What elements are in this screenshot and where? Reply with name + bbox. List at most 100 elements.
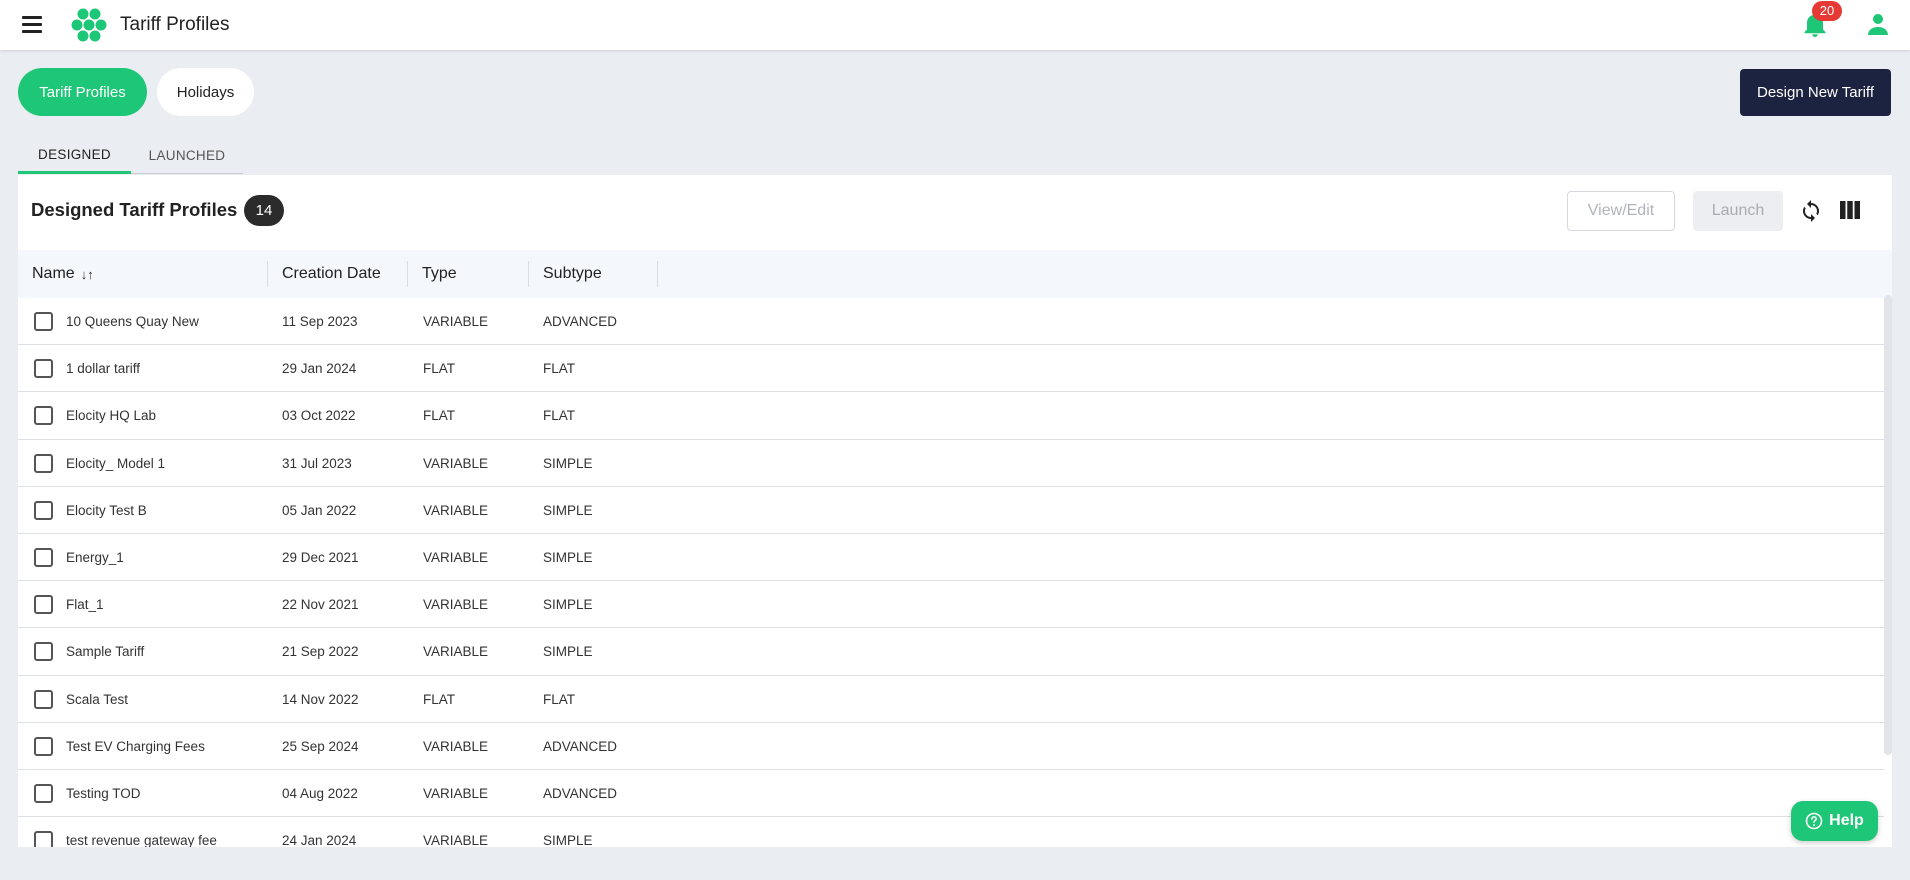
row-checkbox[interactable]: [34, 359, 53, 379]
table-body: 10 Queens Quay New 11 Sep 2023 VARIABLE ADV…: [18, 298, 1884, 847]
column-header-type[interactable]: Type: [407, 261, 528, 287]
cell-type: VARIABLE: [423, 785, 489, 801]
cell-type: VARIABLE: [423, 644, 489, 660]
cell-subtype: SIMPLE: [543, 549, 593, 565]
view-edit-button[interactable]: View/Edit: [1567, 191, 1675, 231]
tariff-profiles-panel: Designed Tariff Profiles 14 View/Edit La…: [18, 175, 1892, 847]
cell-type: FLAT: [423, 408, 456, 424]
table-row[interactable]: Test EV Charging Fees 25 Sep 2024 VARIABLE…: [18, 723, 1884, 770]
cell-name: Test EV Charging Fees: [66, 738, 205, 754]
tariff-profiles-pill[interactable]: Tariff Profiles: [18, 68, 147, 116]
menu-icon[interactable]: [22, 16, 42, 33]
page-title: Tariff Profiles: [120, 14, 230, 35]
cell-type: VARIABLE: [423, 833, 489, 847]
row-checkbox[interactable]: [34, 736, 53, 756]
row-checkbox[interactable]: [34, 831, 53, 847]
cell-name: Elocity HQ Lab: [66, 408, 157, 424]
profile-count-badge: 14: [244, 195, 284, 226]
cell-creation-date: 05 Jan 2022: [282, 502, 357, 518]
row-checkbox[interactable]: [34, 453, 53, 473]
honeycomb-logo-icon: [71, 8, 107, 42]
holidays-pill[interactable]: Holidays: [157, 68, 254, 116]
column-header-subtype[interactable]: Subtype: [528, 261, 658, 287]
cell-creation-date: 24 Jan 2024: [282, 833, 357, 847]
cell-subtype: ADVANCED: [543, 314, 618, 329]
cell-name: 1 dollar tariff: [66, 361, 141, 377]
cell-name: Sample Tariff: [66, 644, 145, 660]
cell-name: Flat_1: [66, 597, 104, 613]
refresh-icon[interactable]: [1799, 199, 1823, 223]
table-row[interactable]: Flat_1 22 Nov 2021 VARIABLE SIMPLE: [18, 581, 1884, 629]
cell-type: FLAT: [423, 361, 456, 377]
cell-subtype: FLAT: [543, 408, 576, 424]
row-checkbox[interactable]: [34, 547, 53, 567]
row-checkbox[interactable]: [34, 642, 53, 662]
cell-type: VARIABLE: [423, 455, 489, 471]
table-header: Name ↓↑ Creation Date Type Subtype: [18, 250, 1892, 298]
cell-creation-date: 04 Aug 2022: [282, 785, 358, 801]
row-checkbox[interactable]: [34, 312, 53, 331]
cell-creation-date: 03 Oct 2022: [282, 408, 356, 424]
top-app-bar: Tariff Profiles 20: [0, 0, 1910, 50]
cell-subtype: ADVANCED: [543, 738, 618, 754]
cell-creation-date: 22 Nov 2021: [282, 597, 359, 613]
cell-type: VARIABLE: [423, 502, 489, 518]
notification-count-badge: 20: [1812, 1, 1842, 21]
cell-subtype: SIMPLE: [543, 502, 593, 518]
table-row[interactable]: Elocity HQ Lab 03 Oct 2022 FLAT FLAT: [18, 392, 1884, 440]
column-header-creation-date[interactable]: Creation Date: [267, 261, 407, 287]
cell-subtype: FLAT: [543, 691, 576, 707]
panel-title: Designed Tariff Profiles: [31, 199, 238, 220]
cell-subtype: SIMPLE: [543, 597, 593, 613]
cell-creation-date: 29 Jan 2024: [282, 361, 357, 377]
columns-icon[interactable]: [1840, 201, 1860, 219]
tab-launched[interactable]: LAUNCHED: [131, 138, 243, 174]
tab-designed[interactable]: DESIGNED: [18, 138, 131, 174]
row-checkbox[interactable]: [34, 689, 53, 709]
row-checkbox[interactable]: [34, 595, 53, 615]
cell-subtype: ADVANCED: [543, 785, 618, 801]
cell-subtype: SIMPLE: [543, 833, 593, 847]
cell-subtype: FLAT: [543, 361, 576, 377]
cell-subtype: SIMPLE: [543, 455, 593, 471]
help-button[interactable]: Help: [1791, 801, 1878, 841]
cell-name: Elocity Test B: [66, 502, 147, 518]
table-scrollbar[interactable]: [1884, 295, 1892, 755]
cell-type: VARIABLE: [423, 738, 489, 754]
table-row[interactable]: Elocity_ Model 1 31 Jul 2023 VARIABLE SIMPL…: [18, 440, 1884, 487]
table-row[interactable]: Elocity Test B 05 Jan 2022 VARIABLE SIMPLE: [18, 487, 1884, 534]
cell-name: 10 Queens Quay New: [66, 314, 199, 329]
cell-subtype: SIMPLE: [543, 644, 593, 660]
cell-name: Scala Test: [66, 691, 129, 707]
table-row[interactable]: Scala Test 14 Nov 2022 FLAT FLAT: [18, 676, 1884, 723]
cell-creation-date: 29 Dec 2021: [282, 549, 359, 565]
row-checkbox[interactable]: [34, 406, 53, 426]
cell-name: Energy_1: [66, 549, 124, 565]
cell-type: VARIABLE: [423, 597, 489, 613]
cell-name: test revenue gateway fee: [66, 833, 217, 847]
user-account-icon[interactable]: [1866, 12, 1890, 36]
cell-name: Testing TOD: [66, 785, 141, 801]
cell-name: Elocity_ Model 1: [66, 455, 166, 471]
table-row[interactable]: 10 Queens Quay New 11 Sep 2023 VARIABLE ADV…: [18, 298, 1884, 346]
table-row[interactable]: 1 dollar tariff 29 Jan 2024 FLAT FLAT: [18, 345, 1884, 393]
table-row[interactable]: test revenue gateway fee 24 Jan 2024 VARIA…: [18, 817, 1884, 847]
cell-type: VARIABLE: [423, 549, 489, 565]
table-row[interactable]: Testing TOD 04 Aug 2022 VARIABLE ADVANCED: [18, 770, 1884, 818]
cell-creation-date: 14 Nov 2022: [282, 691, 359, 707]
row-checkbox[interactable]: [34, 783, 53, 803]
table-row[interactable]: Energy_1 29 Dec 2021 VARIABLE SIMPLE: [18, 534, 1884, 582]
column-header-name[interactable]: Name ↓↑: [18, 250, 267, 298]
cell-creation-date: 31 Jul 2023: [282, 455, 352, 471]
cell-type: FLAT: [423, 691, 456, 707]
cell-creation-date: 25 Sep 2024: [282, 738, 359, 754]
sort-icon[interactable]: ↓↑: [81, 267, 94, 282]
question-circle-icon: [1805, 812, 1823, 830]
row-checkbox[interactable]: [34, 500, 53, 520]
design-new-tariff-button[interactable]: Design New Tariff: [1740, 69, 1891, 116]
cell-creation-date: 21 Sep 2022: [282, 644, 359, 660]
table-row[interactable]: Sample Tariff 21 Sep 2022 VARIABLE SIMPLE: [18, 628, 1884, 676]
cell-creation-date: 11 Sep 2023: [282, 314, 358, 329]
cell-type: VARIABLE: [423, 314, 489, 329]
launch-button[interactable]: Launch: [1693, 191, 1783, 231]
